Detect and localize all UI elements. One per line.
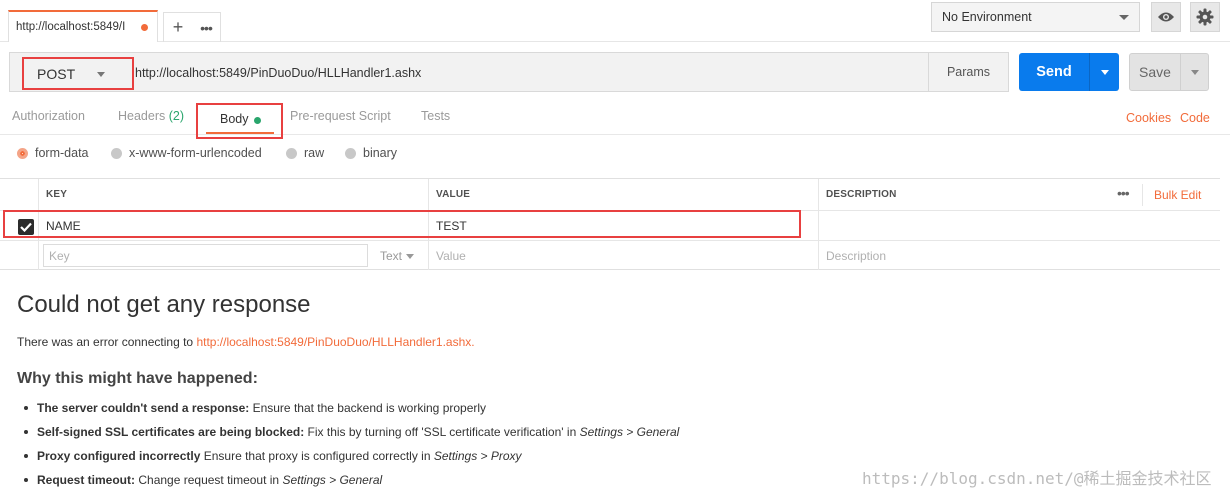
send-options-button[interactable] xyxy=(1089,53,1119,91)
new-description-input[interactable]: Description xyxy=(818,241,1220,270)
column-header-key: KEY xyxy=(38,179,428,210)
why-heading: Why this might have happened: xyxy=(17,370,258,387)
active-tab-indicator xyxy=(206,132,274,134)
new-key-input[interactable]: Key xyxy=(43,244,368,267)
save-button[interactable]: Save xyxy=(1129,53,1209,91)
cookies-link[interactable]: Cookies xyxy=(1126,111,1171,125)
reason-title: The server couldn't send a response: xyxy=(37,401,250,415)
response-error-message: There was an error connecting to http://… xyxy=(17,335,475,349)
url-input[interactable]: http://localhost:5849/PinDuoDuo/HLLHandl… xyxy=(135,66,421,80)
request-tab[interactable]: http://localhost:5849/I xyxy=(8,10,158,42)
chevron-down-icon xyxy=(406,254,415,260)
list-item: The server couldn't send a response: Ens… xyxy=(24,401,679,425)
environment-selected: No Environment xyxy=(942,10,1032,24)
radio-unchecked-icon xyxy=(111,147,122,159)
reason-title: Proxy configured incorrectly xyxy=(37,449,201,463)
tab-headers[interactable]: Headers (2) xyxy=(118,109,184,123)
error-prefix: There was an error connecting to xyxy=(17,335,197,349)
watermark: https://blog.csdn.net/@稀土掘金技术社区 xyxy=(862,469,1212,488)
environment-quick-look-button[interactable] xyxy=(1151,2,1181,32)
list-item: Request timeout: Change request timeout … xyxy=(24,473,679,493)
radio-unchecked-icon xyxy=(286,147,297,159)
tab-headers-label: Headers xyxy=(118,109,166,123)
header-divider xyxy=(1142,184,1150,206)
environment-settings-button[interactable] xyxy=(1190,2,1220,32)
row-description-cell[interactable] xyxy=(818,211,1220,240)
radio-checked-icon xyxy=(17,147,28,159)
reason-title: Self-signed SSL certificates are being b… xyxy=(37,425,305,439)
key-type-select[interactable]: Text xyxy=(380,249,415,263)
request-subtabs: Authorization Headers (2) Body Pre-reque… xyxy=(0,100,1230,139)
tab-actions: + ••• xyxy=(163,12,221,42)
code-link[interactable]: Code xyxy=(1180,111,1210,125)
unsaved-dot-icon xyxy=(141,24,148,31)
table-options-button[interactable]: ••• xyxy=(1117,185,1130,201)
save-label: Save xyxy=(1139,64,1171,80)
table-header-row: KEY VALUE DESCRIPTION ••• Bulk Edit xyxy=(0,179,1220,211)
radio-raw-label: raw xyxy=(304,146,325,160)
list-item: Self-signed SSL certificates are being b… xyxy=(24,425,679,449)
send-label: Send xyxy=(1036,64,1072,80)
tab-authorization[interactable]: Authorization xyxy=(12,109,85,123)
list-item: Proxy configured incorrectly Ensure that… xyxy=(24,449,679,473)
radio-binary[interactable]: binary xyxy=(345,146,397,160)
column-header-value: VALUE xyxy=(428,179,818,210)
method-select[interactable]: POST xyxy=(22,57,134,90)
add-tab-button[interactable]: + xyxy=(164,14,192,42)
reason-text: Ensure that proxy is configured correctl… xyxy=(200,449,434,463)
environment-select[interactable]: No Environment xyxy=(931,2,1140,32)
chevron-down-icon xyxy=(97,72,105,77)
body-active-dot-icon xyxy=(254,117,261,124)
highlight-box xyxy=(3,210,801,238)
method-label: POST xyxy=(37,65,76,82)
radio-urlencoded-label: x-www-form-urlencoded xyxy=(129,146,262,160)
radio-form-data[interactable]: form-data xyxy=(17,146,89,160)
headers-count-badge: (2) xyxy=(168,109,185,123)
radio-raw[interactable]: raw xyxy=(286,146,324,160)
key-type-label: Text xyxy=(380,249,403,263)
radio-x-www-form-urlencoded[interactable]: x-www-form-urlencoded xyxy=(111,146,262,160)
bulk-edit-link[interactable]: Bulk Edit xyxy=(1154,188,1201,202)
radio-unchecked-icon xyxy=(345,147,356,159)
tab-body[interactable]: Body xyxy=(196,103,283,139)
save-options-button[interactable] xyxy=(1180,54,1209,90)
tab-body-label: Body xyxy=(220,112,249,126)
gear-icon xyxy=(1196,8,1214,26)
reason-text: Ensure that the backend is working prope… xyxy=(249,401,487,415)
reason-text: Fix this by turning off 'SSL certificate… xyxy=(304,425,580,439)
tab-prerequest-script[interactable]: Pre-request Script xyxy=(290,109,391,123)
request-url-bar: POST http://localhost:5849/PinDuoDuo/HLL… xyxy=(9,52,1009,92)
radio-binary-label: binary xyxy=(363,146,398,160)
request-tab-label: http://localhost:5849/I xyxy=(16,21,126,33)
params-button[interactable]: Params xyxy=(928,53,1008,91)
error-url-link[interactable]: http://localhost:5849/PinDuoDuo/HLLHandl… xyxy=(196,335,474,349)
eye-icon xyxy=(1158,12,1174,22)
send-button[interactable]: Send xyxy=(1019,53,1119,91)
new-row: Key Text Value Description xyxy=(0,241,1220,270)
new-value-input[interactable]: Value xyxy=(428,241,818,270)
reason-text: Change request timeout in xyxy=(135,473,283,487)
tab-options-button[interactable]: ••• xyxy=(192,14,220,42)
reasons-list: The server couldn't send a response: Ens… xyxy=(24,401,679,493)
response-title: Could not get any response xyxy=(17,291,311,318)
chevron-down-icon xyxy=(1119,15,1129,20)
reason-path: Settings > General xyxy=(579,425,680,439)
reason-path: Settings > General xyxy=(282,473,383,487)
chevron-down-icon xyxy=(1191,69,1199,75)
tab-tests[interactable]: Tests xyxy=(421,109,450,123)
reason-title: Request timeout: xyxy=(37,473,136,487)
tab-bar: http://localhost:5849/I + ••• No Environ… xyxy=(0,0,1230,42)
radio-form-data-label: form-data xyxy=(35,146,89,160)
chevron-down-icon xyxy=(1100,69,1109,75)
new-key-cell: Key Text xyxy=(38,241,428,270)
reason-path: Settings > Proxy xyxy=(433,449,522,463)
